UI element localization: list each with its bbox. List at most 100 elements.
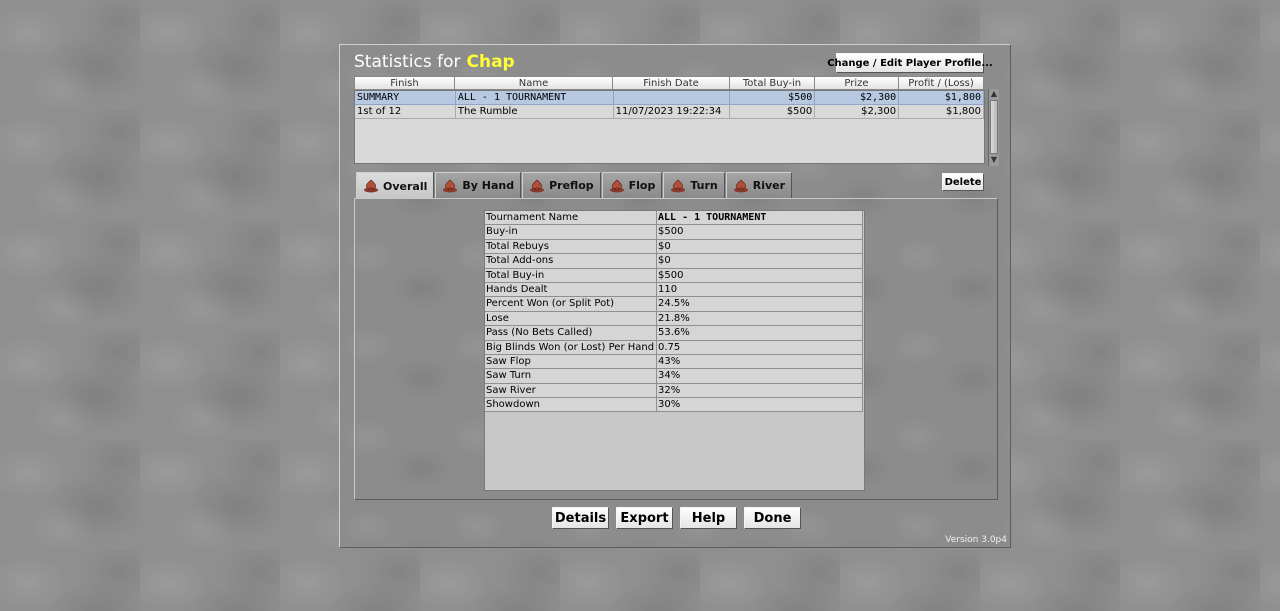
column-header-profit-loss[interactable]: Profit / (Loss) [899,76,984,90]
overall-tab-panel: Tournament Name ALL - 1 TOURNAMENT Buy-in… [354,198,998,500]
details-button[interactable]: Details [552,507,609,529]
tab-by-hand[interactable]: By Hand [435,172,522,198]
stats-row: Total Rebuys $0 [485,239,864,255]
stat-label: Percent Won (or Split Pot) [485,297,657,312]
column-header-finish[interactable]: Finish [354,76,455,90]
results-table-header: Finish Name Finish Date Total Buy-in Pri… [354,76,984,90]
stat-value: 110 [657,282,863,298]
stats-row: Hands Dealt 110 [485,282,864,298]
tab-preflop[interactable]: Preflop [522,172,601,198]
stat-label: Pass (No Bets Called) [485,326,657,341]
tab-river[interactable]: River [725,172,793,198]
column-header-total-buy-in[interactable]: Total Buy-in [730,76,815,90]
stat-value: 53.6% [657,326,863,341]
stat-label: Showdown [485,398,657,413]
stat-value: 0.75 [657,340,863,355]
stats-row: Percent Won (or Split Pot) 24.5% [485,297,864,312]
stat-value: $500 [657,268,863,283]
scroll-up-arrow-icon[interactable]: ▲ [989,89,999,99]
stats-row: Saw Flop 43% [485,354,864,370]
stat-label: Saw Turn [485,369,657,384]
tournament-results-table: Finish Name Finish Date Total Buy-in Pri… [354,76,999,166]
spade-chip-icon [609,179,624,192]
stat-value: $500 [657,225,863,240]
tab-flop[interactable]: Flop [601,172,663,198]
stat-value: $0 [657,239,863,255]
spade-chip-icon [733,179,748,192]
cell-name: ALL - 1 TOURNAMENT [455,91,614,105]
dialog-title: Statistics for Chap [354,52,515,72]
tab-turn[interactable]: Turn [663,172,725,198]
tab-label: Turn [690,179,718,192]
stat-label: Big Blinds Won (or Lost) Per Hand [485,340,657,355]
stat-value: ALL - 1 TOURNAMENT [657,211,863,226]
done-button[interactable]: Done [744,507,801,529]
results-table-body: SUMMARY ALL - 1 TOURNAMENT $500 $2,300 $… [354,90,985,164]
version-label: Version 3.0p4 [945,535,1007,545]
table-row-summary[interactable]: SUMMARY ALL - 1 TOURNAMENT $500 $2,300 $… [355,91,984,105]
stat-label: Lose [485,311,657,327]
stats-row: Tournament Name ALL - 1 TOURNAMENT [485,211,864,226]
stat-value: 21.8% [657,311,863,327]
tab-label: Flop [628,179,656,192]
stat-value: 32% [657,383,863,399]
statistics-dialog: Statistics for Chap Change / Edit Player … [339,44,1011,548]
cell-finish-date: 11/07/2023 19:22:34 [613,105,731,119]
cell-total-buy-in: $500 [730,91,816,105]
tab-label: Preflop [549,179,594,192]
cell-profit: $1,800 [899,105,984,119]
results-scrollbar[interactable]: ▲ ▼ [988,89,999,166]
spade-chip-icon [364,179,378,193]
stats-row: Big Blinds Won (or Lost) Per Hand 0.75 [485,340,864,355]
cell-finish-date [613,91,731,105]
stat-label: Saw Flop [485,354,657,370]
stats-row: Pass (No Bets Called) 53.6% [485,326,864,341]
player-name: Chap [466,52,515,72]
spade-chip-icon [443,179,458,192]
overall-stats-table: Tournament Name ALL - 1 TOURNAMENT Buy-in… [484,210,865,491]
stat-label: Buy-in [485,225,657,240]
stats-row: Saw Turn 34% [485,369,864,384]
cell-finish: 1st of 12 [355,105,456,119]
stat-label: Hands Dealt [485,282,657,298]
tab-label: By Hand [462,179,515,192]
stat-value: 24.5% [657,297,863,312]
stats-row: Lose 21.8% [485,311,864,327]
tab-overall[interactable]: Overall [356,172,435,199]
stat-label: Saw River [485,383,657,399]
stats-row: Total Buy-in $500 [485,268,864,283]
stats-row: Total Add-ons $0 [485,254,864,269]
scroll-thumb[interactable] [990,100,998,154]
scroll-down-arrow-icon[interactable]: ▼ [989,155,999,165]
edit-player-profile-button[interactable]: Change / Edit Player Profile... [827,53,993,73]
cell-prize: $2,300 [815,105,900,119]
stats-row: Showdown 30% [485,398,864,413]
stat-label: Tournament Name [485,211,657,226]
stat-label: Total Rebuys [485,239,657,255]
stat-value: 43% [657,354,863,370]
export-button[interactable]: Export [616,507,673,529]
cell-total-buy-in: $500 [730,105,816,119]
delete-button[interactable]: Delete [942,173,984,191]
stats-row: Buy-in $500 [485,225,864,240]
tab-label: River [752,179,786,192]
cell-profit: $1,800 [899,91,984,105]
stat-value: 30% [657,398,863,413]
stat-label: Total Add-ons [485,254,657,269]
column-header-finish-date[interactable]: Finish Date [613,76,730,90]
cell-name: The Rumble [455,105,614,119]
stat-label: Total Buy-in [485,268,657,283]
spade-chip-icon [530,179,545,192]
title-prefix: Statistics for [354,52,461,72]
table-row[interactable]: 1st of 12 The Rumble 11/07/2023 19:22:34… [355,105,984,119]
stats-row: Saw River 32% [485,383,864,399]
column-header-name[interactable]: Name [455,76,613,90]
cell-prize: $2,300 [815,91,900,105]
cell-finish: SUMMARY [355,91,456,105]
help-button[interactable]: Help [680,507,737,529]
stats-tab-bar: Overall By Hand Preflop Flop Turn River [356,172,793,199]
stat-value: $0 [657,254,863,269]
spade-chip-icon [671,179,686,192]
tab-label: Overall [383,179,428,193]
column-header-prize[interactable]: Prize [815,76,899,90]
